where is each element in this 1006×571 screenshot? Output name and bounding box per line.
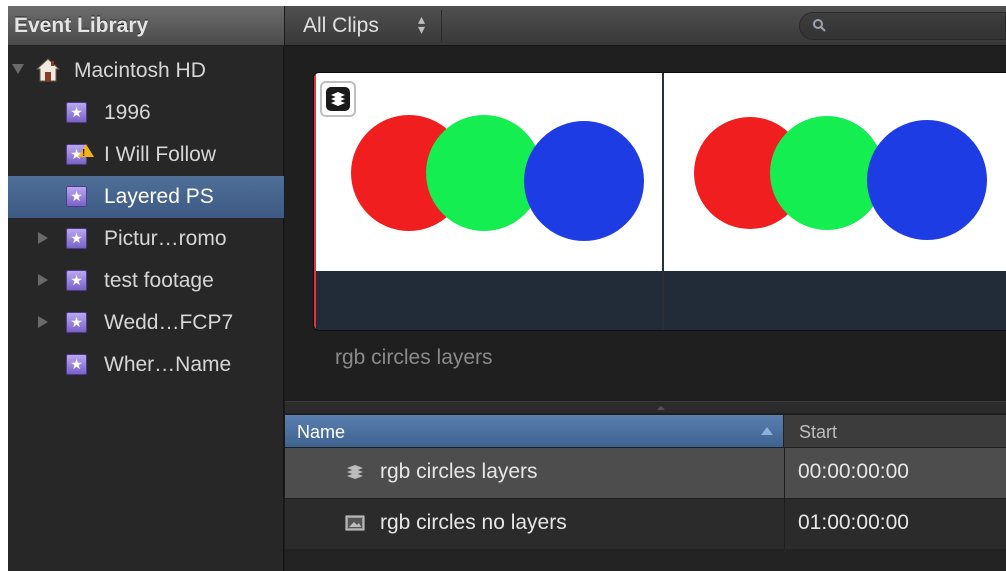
splitter-grip-icon[interactable] — [657, 406, 665, 410]
event-star-icon: ★ — [66, 312, 87, 333]
event-library-header: Event Library — [8, 6, 284, 46]
warning-icon: ! — [66, 134, 96, 176]
sidebar-event-wedd-fcp7[interactable]: ★ Wedd…FCP7 — [8, 302, 284, 344]
clip-name: rgb circles no layers — [380, 511, 567, 534]
sidebar-item-label: test footage — [104, 269, 214, 292]
clip-start: 01:00:00:00 — [798, 511, 909, 534]
filmstrip-thumbnails — [351, 115, 987, 241]
column-header-start[interactable]: Start — [799, 422, 837, 443]
sidebar-event-wher-name[interactable]: ★ Wher…Name — [8, 344, 284, 386]
blue-circle-frame-2 — [867, 120, 987, 240]
sidebar-item-label: 1996 — [104, 101, 151, 124]
disclosure-collapsed-icon[interactable] — [38, 316, 48, 328]
disclosure-expanded-icon[interactable] — [12, 64, 24, 74]
clip-start: 00:00:00:00 — [798, 460, 909, 483]
event-star-icon: ★ — [66, 270, 87, 291]
column-header-name[interactable]: Name — [285, 415, 784, 447]
event-star-icon: ★ — [66, 102, 87, 123]
search-icon — [813, 19, 826, 32]
list-empty-area — [285, 549, 1006, 571]
list-header: Name Start — [285, 415, 1006, 447]
disclosure-collapsed-icon[interactable] — [38, 274, 48, 286]
clips-filter-popup[interactable]: All Clips — [303, 14, 379, 38]
sidebar-event-pictur-romo[interactable]: ★ Pictur…romo — [8, 218, 284, 260]
disclosure-collapsed-icon[interactable] — [38, 232, 48, 244]
sidebar-item-label: Layered PS — [104, 185, 214, 208]
layered-clip-icon — [320, 81, 356, 117]
sidebar-event-layered-ps[interactable]: ★ Layered PS — [8, 176, 284, 218]
column-divider — [784, 499, 785, 549]
clip-caption: rgb circles layers — [335, 346, 493, 369]
clip-filmstrip[interactable] — [313, 72, 1006, 331]
sort-ascending-icon — [761, 427, 773, 435]
sidebar-item-label: I Will Follow — [104, 143, 217, 166]
list-row[interactable]: rgb circles no layers 01:00:00:00 — [285, 499, 1006, 549]
skimmer-playhead[interactable] — [314, 73, 316, 330]
event-star-icon: ★ — [66, 354, 87, 375]
clip-name: rgb circles layers — [380, 460, 538, 483]
event-star-icon: ★ — [66, 228, 87, 249]
pane-splitter[interactable] — [285, 401, 1006, 413]
event-library-sidebar: Event Library Macintosh HD ★ 1996 ★ ! I … — [8, 6, 284, 571]
toolbar-divider — [441, 10, 442, 42]
green-circle-frame-2 — [770, 116, 884, 230]
hard-drive-house-icon — [36, 58, 60, 82]
sidebar-item-label: Wher…Name — [104, 353, 232, 376]
column-header-label: Name — [297, 422, 346, 442]
layered-clip-icon — [347, 465, 363, 479]
list-row[interactable]: rgb circles layers 00:00:00:00 — [285, 448, 1006, 498]
library-root-macintosh-hd[interactable]: Macintosh HD — [8, 50, 284, 92]
final-cut-pro-window: Event Library Macintosh HD ★ 1996 ★ ! I … — [8, 6, 1006, 571]
sidebar-event-i-will-follow[interactable]: ★ ! I Will Follow — [8, 134, 284, 176]
browser-toolbar: All Clips ▴ ▾ — [285, 6, 1006, 46]
still-image-icon — [345, 515, 365, 531]
frame-divider — [662, 73, 664, 330]
sidebar-event-1996[interactable]: ★ 1996 — [8, 92, 284, 134]
search-field[interactable] — [799, 12, 1006, 40]
sidebar-item-label: Wedd…FCP7 — [104, 311, 234, 334]
sidebar-item-label: Pictur…romo — [104, 227, 227, 250]
up-down-arrows-icon[interactable]: ▴ ▾ — [418, 12, 425, 36]
event-library-title: Event Library — [14, 14, 149, 37]
column-divider — [784, 448, 785, 498]
event-browser: All Clips ▴ ▾ rgb circles layers Name St… — [285, 6, 1006, 571]
sidebar-item-label: Macintosh HD — [74, 59, 206, 82]
sidebar-event-test-footage[interactable]: ★ test footage — [8, 260, 284, 302]
event-star-icon: ★ — [66, 186, 87, 207]
blue-circle-frame-1 — [524, 121, 644, 241]
